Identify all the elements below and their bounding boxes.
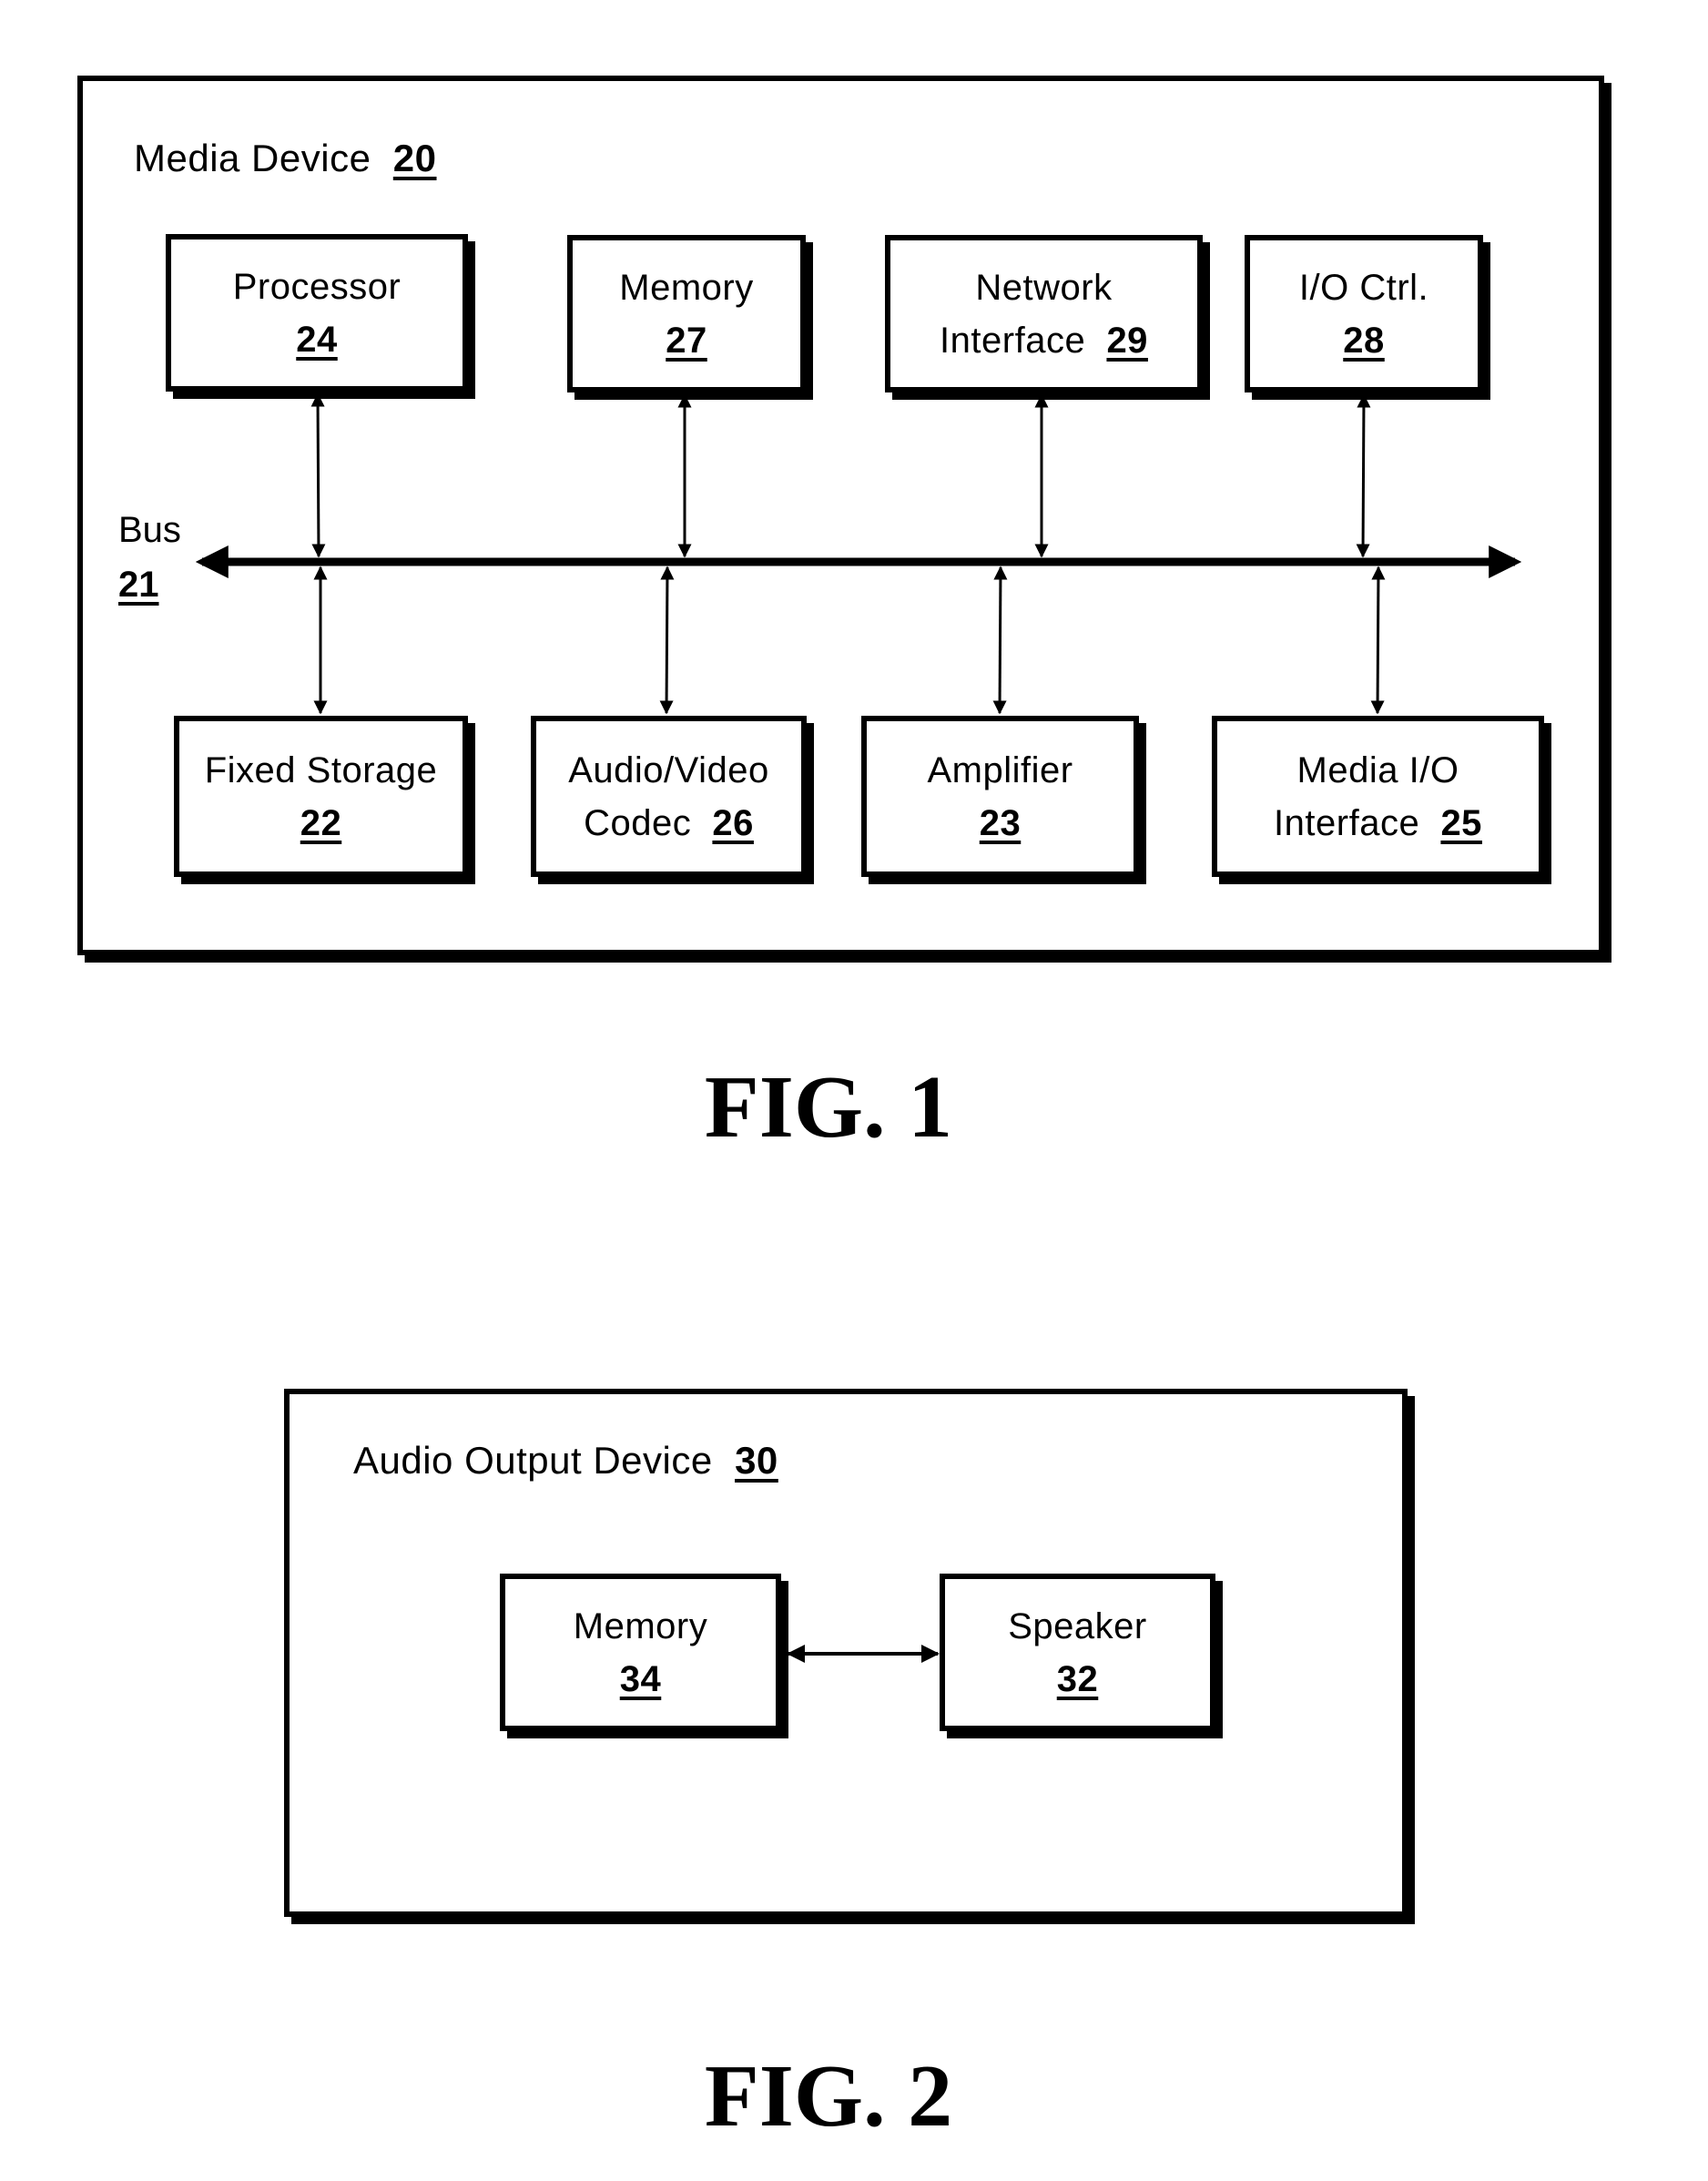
memory-block: Memory 27 bbox=[567, 235, 806, 392]
fixed-storage-label: Fixed Storage bbox=[204, 749, 438, 790]
fig2-caption: FIG. 2 bbox=[704, 2047, 953, 2145]
media-device-label: Media Device bbox=[134, 137, 371, 179]
memory34-label: Memory bbox=[573, 1605, 708, 1646]
network-interface-block: Network Interface 29 bbox=[885, 235, 1203, 392]
audio-output-device-ref: 30 bbox=[735, 1439, 778, 1482]
audio-video-codec-label-1: Audio/Video bbox=[568, 749, 769, 790]
memory34-ref: 34 bbox=[619, 1658, 662, 1699]
memory-label: Memory bbox=[619, 267, 754, 308]
media-io-interface-label-2: Interface bbox=[1274, 802, 1420, 843]
amplifier-ref: 23 bbox=[979, 802, 1022, 843]
processor-block: Processor 24 bbox=[166, 234, 468, 392]
memory34-block: Memory 34 bbox=[500, 1574, 781, 1731]
fig1-caption: FIG. 1 bbox=[704, 1058, 953, 1157]
audio-video-codec-block: Audio/Video Codec 26 bbox=[531, 716, 807, 877]
processor-label: Processor bbox=[232, 266, 402, 307]
media-io-interface-block: Media I/O Interface 25 bbox=[1212, 716, 1544, 877]
network-interface-label-1: Network bbox=[975, 267, 1113, 308]
io-ctrl-label: I/O Ctrl. bbox=[1298, 267, 1429, 308]
audio-video-codec-ref: 26 bbox=[712, 802, 754, 843]
fixed-storage-block: Fixed Storage 22 bbox=[174, 716, 468, 877]
audio-output-device-title: Audio Output Device 30 bbox=[353, 1439, 778, 1483]
bus-label-group: Bus 21 bbox=[118, 503, 181, 612]
speaker-block: Speaker 32 bbox=[940, 1574, 1215, 1731]
audio-output-device-label: Audio Output Device bbox=[353, 1439, 713, 1482]
fixed-storage-ref: 22 bbox=[300, 802, 342, 843]
audio-video-codec-label-2: Codec bbox=[584, 802, 692, 843]
io-ctrl-ref: 28 bbox=[1343, 320, 1385, 361]
media-device-ref: 20 bbox=[392, 137, 437, 179]
speaker-label: Speaker bbox=[1008, 1605, 1147, 1646]
amplifier-label: Amplifier bbox=[927, 749, 1073, 790]
bus-ref: 21 bbox=[118, 565, 159, 605]
speaker-ref: 32 bbox=[1056, 1658, 1099, 1699]
processor-ref: 24 bbox=[296, 319, 338, 360]
io-ctrl-block: I/O Ctrl. 28 bbox=[1245, 235, 1483, 392]
media-device-title: Media Device 20 bbox=[134, 137, 437, 180]
bus-label: Bus bbox=[118, 510, 181, 550]
amplifier-block: Amplifier 23 bbox=[861, 716, 1139, 877]
network-interface-label-2: Interface bbox=[940, 320, 1086, 361]
network-interface-ref: 29 bbox=[1106, 320, 1148, 361]
memory-ref: 27 bbox=[666, 320, 707, 361]
media-io-interface-ref: 25 bbox=[1440, 802, 1482, 843]
media-io-interface-label-1: Media I/O bbox=[1296, 749, 1459, 790]
